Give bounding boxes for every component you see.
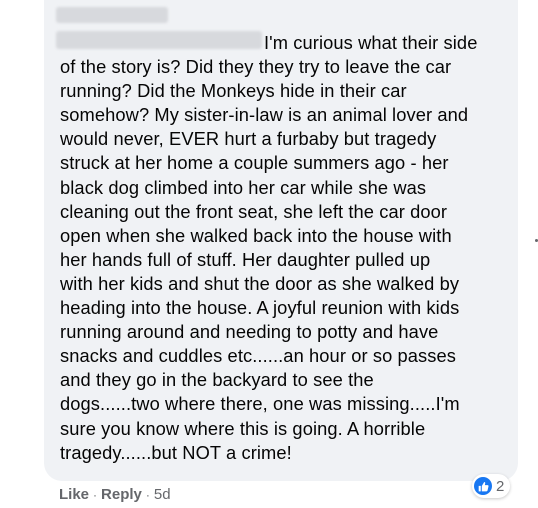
comment-line: with her kids and shut the door as she w… [60,272,460,294]
comment-actions: Like · Reply · 5d [59,486,171,503]
comment-line: black dog climbed into her car while she… [60,176,427,198]
like-button[interactable]: Like [59,486,89,503]
comment-line: and they go in the backyard to see the [60,369,374,391]
comment-line: of the story is? Did they they try to le… [60,56,452,78]
comment-line: dogs......two where there, one was missi… [60,393,460,415]
comment-line: snacks and cuddles etc......an hour or s… [60,345,457,367]
comment-line: cleaning out the front seat, she left th… [60,200,448,222]
thumbs-up-icon [474,477,492,495]
comment-line: heading into the house. A joyful reunion… [60,297,460,319]
comment-line: sure you know where this is going. A hor… [60,417,426,439]
comment-line: open when she walked back into the house… [60,224,452,246]
comment-text: I'm curious what their side of the story… [60,31,512,465]
separator: · [145,487,150,502]
comment-line: I'm curious what their side [264,32,478,53]
reply-button[interactable]: Reply [101,486,142,503]
reaction-count: 2 [496,477,505,495]
timestamp[interactable]: 5d [154,486,171,503]
author-name-redacted [56,7,168,23]
comment-line: struck at her home a couple summers ago … [60,152,449,174]
separator: · [93,487,98,502]
comment-line: running? Did the Monkeys hide in their c… [60,80,407,102]
comment-line: somehow? My sister-in-law is an animal l… [60,104,469,126]
comment-line: her hands full of stuff. Her daughter pu… [60,248,431,270]
reaction-summary[interactable]: 2 [472,474,511,498]
comment-line: would never, EVER hurt a furbaby but tra… [60,128,437,150]
comment-screen: I'm curious what their side of the story… [0,0,538,508]
comment-line: running around and needing to potty and … [60,321,439,343]
comment-line: tragedy......but NOT a crime! [60,441,292,463]
